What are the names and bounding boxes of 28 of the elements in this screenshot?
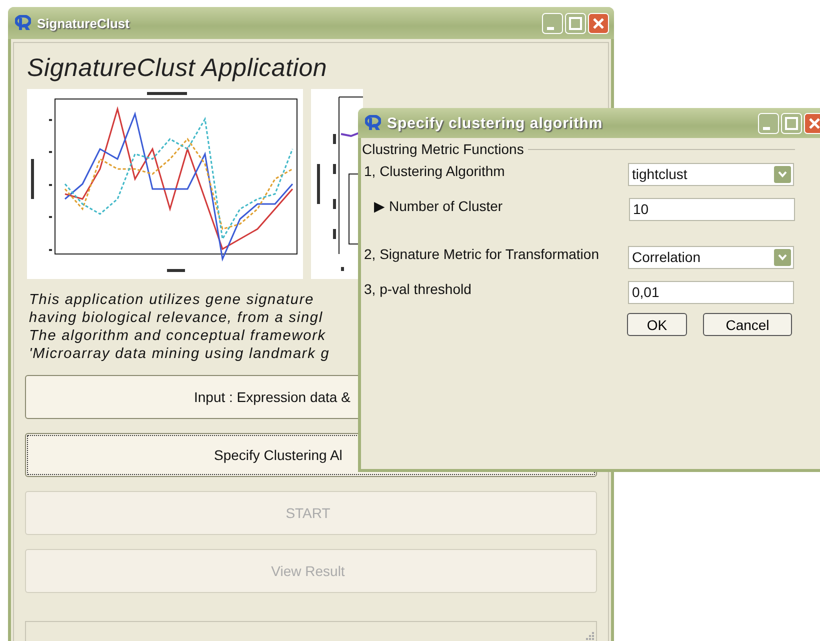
- description-text: 'Microarray data mining using landmark g: [29, 345, 330, 363]
- dropdown[interactable]: Correlation: [628, 246, 794, 268]
- maximize-icon[interactable]: [565, 12, 586, 34]
- resize-grip-icon[interactable]: [586, 632, 594, 640]
- description-text: The algorithm and conceptual framework: [29, 327, 326, 345]
- field-label: 3, p-val threshold: [364, 281, 472, 297]
- input-field[interactable]: 10: [629, 198, 795, 220]
- dropdown[interactable]: tightclust: [628, 162, 794, 186]
- window-title: SignatureClust: [37, 16, 130, 30]
- description-text: having biological relevance, from a singl: [29, 309, 324, 327]
- dialog-title: Specify clustering algorithm: [387, 114, 604, 132]
- field-label: 2, Signature Metric for Transformation: [364, 246, 599, 262]
- arrow-marker: ▶: [374, 198, 385, 214]
- dialog-button[interactable]: Cancel: [703, 313, 792, 336]
- field-label: Number of Cluster: [389, 198, 503, 214]
- group-label: Clustring Metric Functions: [362, 141, 524, 157]
- input-field[interactable]: 0,01: [628, 280, 794, 304]
- minimize-icon[interactable]: [542, 12, 563, 34]
- dialog-button[interactable]: OK: [627, 313, 687, 336]
- close-icon[interactable]: [804, 112, 820, 134]
- field-label: 1, Clustering Algorithm: [364, 163, 505, 179]
- logo-icon: [15, 15, 31, 31]
- minimize-icon[interactable]: [758, 112, 779, 134]
- maximize-icon[interactable]: [781, 112, 802, 134]
- close-icon[interactable]: [588, 12, 609, 34]
- description-text: This application utilizes gene signature: [29, 291, 314, 309]
- logo-icon: [365, 115, 381, 131]
- app-heading: SignatureClust Application: [26, 53, 328, 84]
